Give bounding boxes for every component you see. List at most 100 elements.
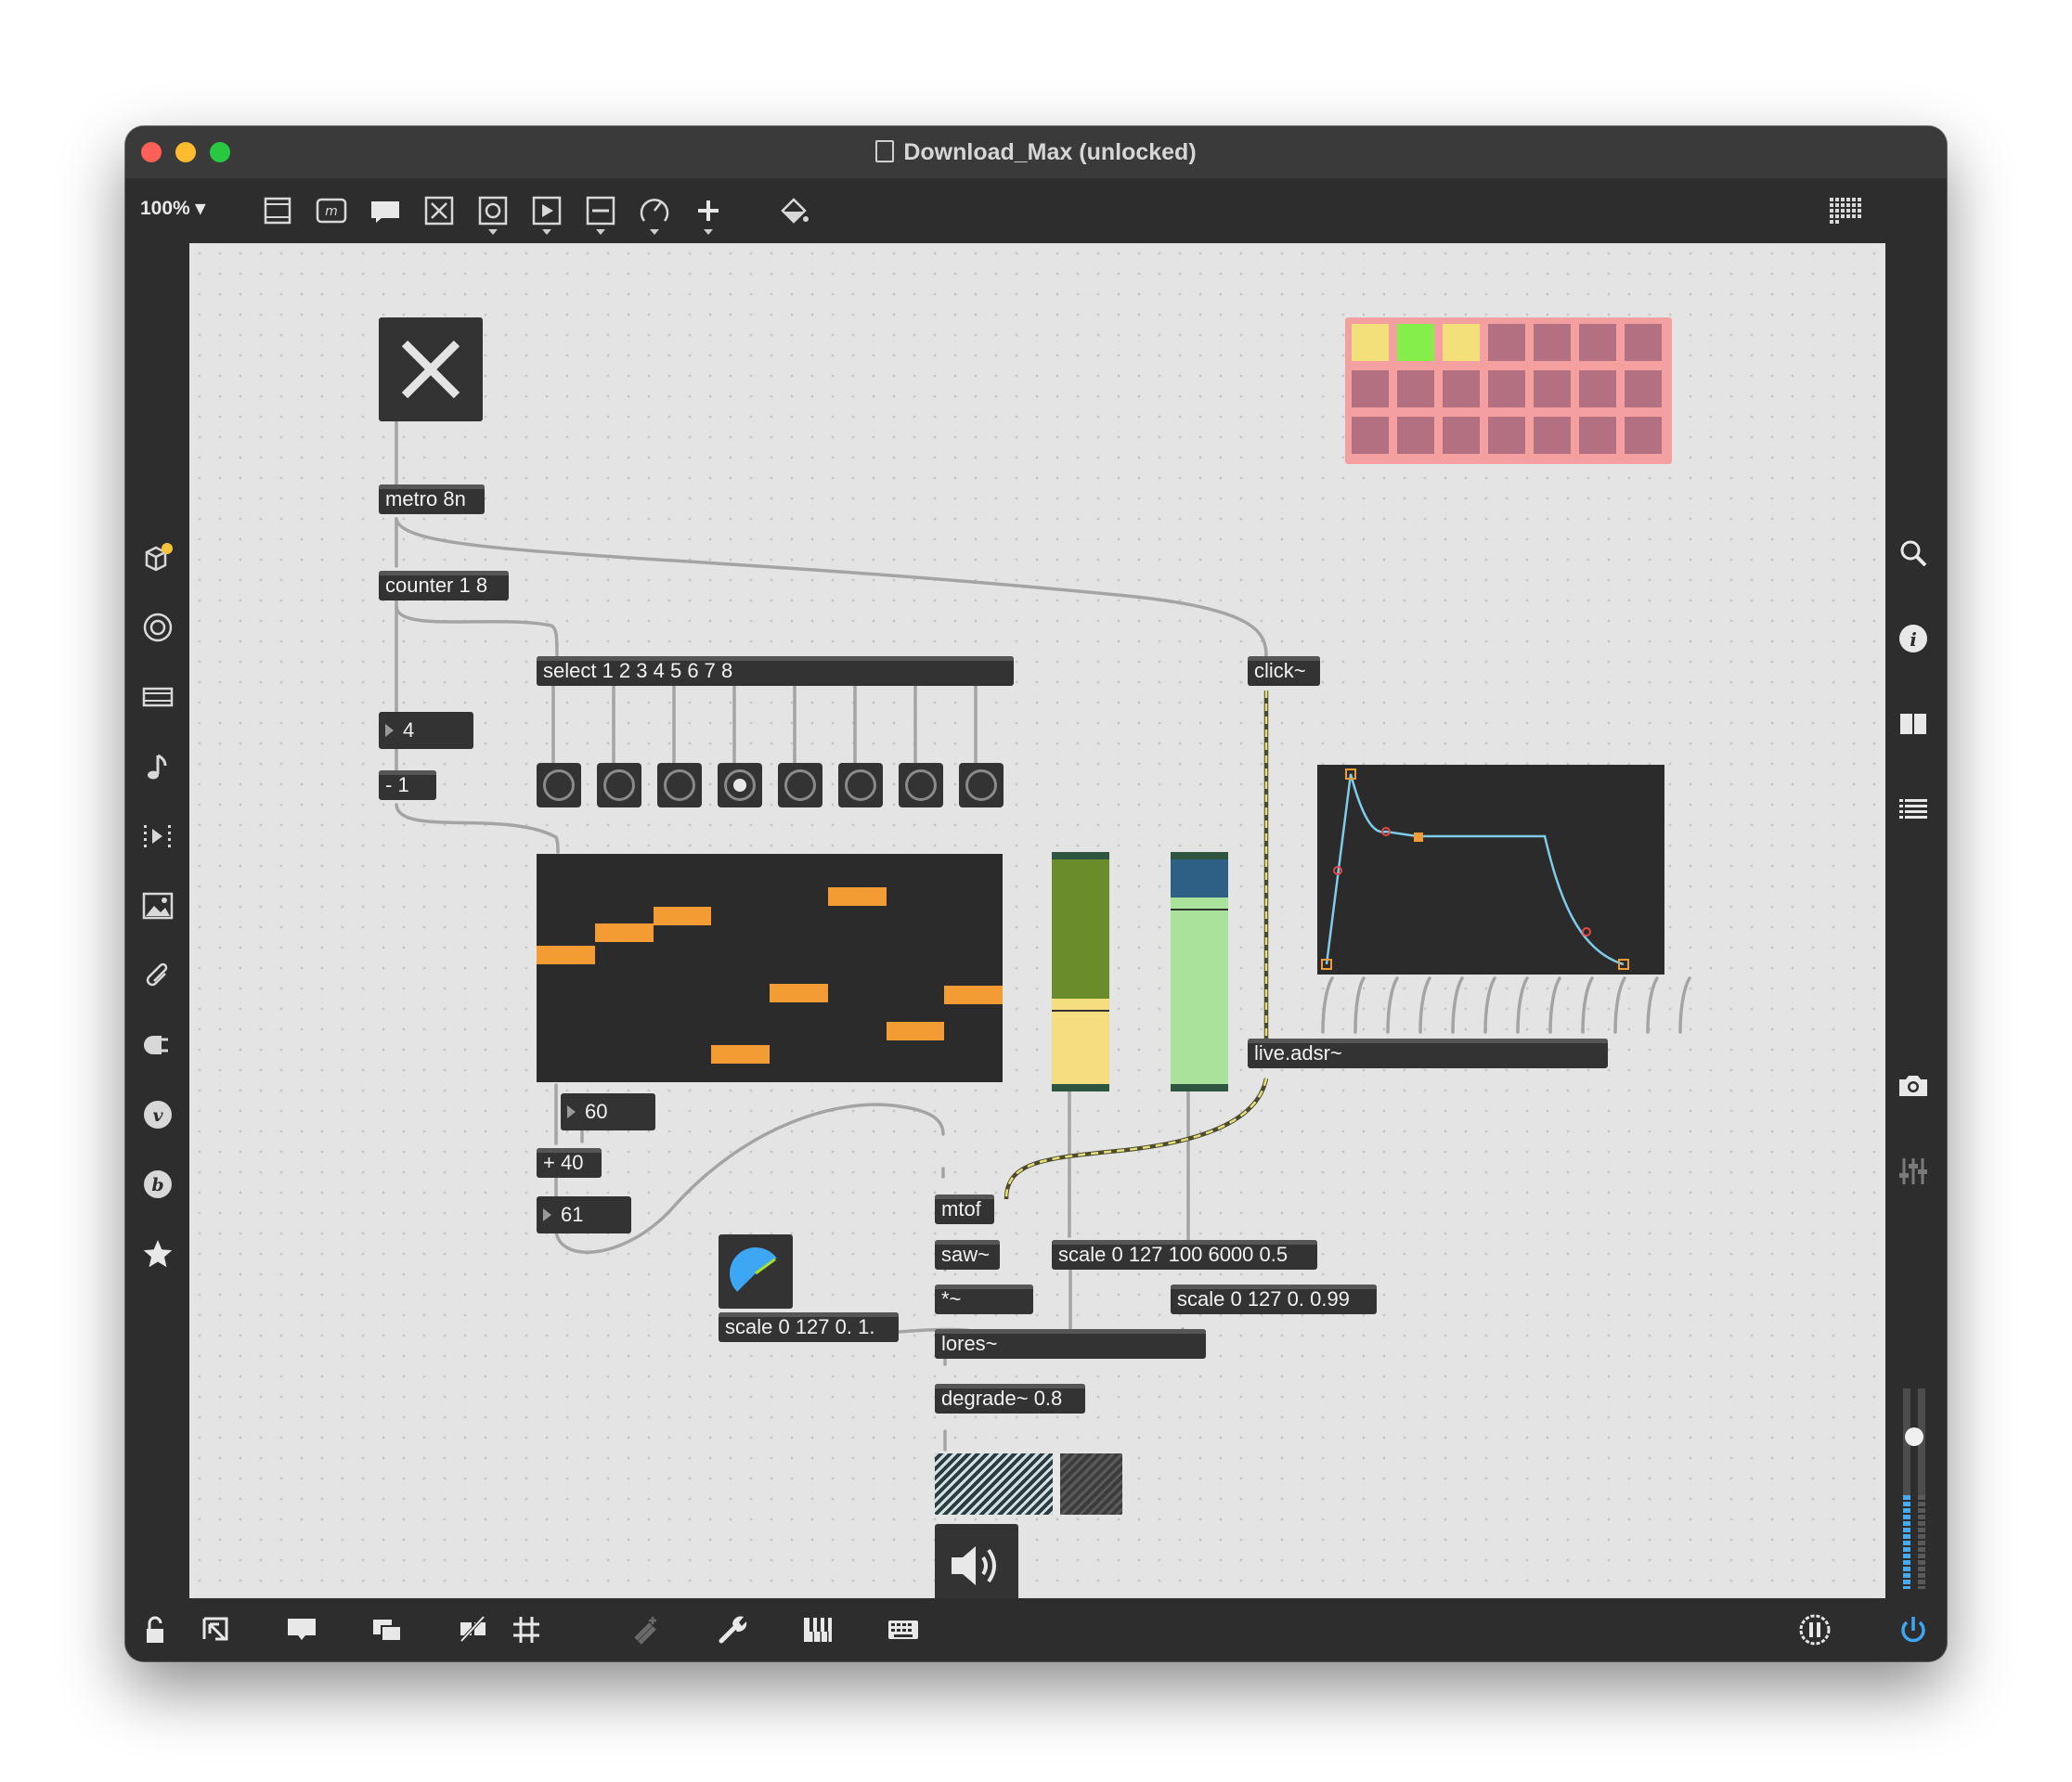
new-object-icon[interactable] [259,192,296,229]
presentation-icon[interactable] [197,1611,234,1648]
v-icon[interactable]: v [139,1096,176,1133]
live-adsr-object[interactable]: live.adsr~ [1248,1039,1608,1068]
slider-icon[interactable] [582,192,619,235]
patcher-canvas[interactable]: metro 8n counter 1 8 select 1 2 3 4 5 6 … [189,243,1885,1598]
saw-object[interactable]: saw~ [935,1240,1000,1270]
bang-button[interactable] [718,763,762,807]
grid-cell[interactable] [1625,417,1662,454]
play-icon[interactable] [528,192,565,235]
keyboard-icon[interactable] [885,1611,922,1648]
bang-icon[interactable] [474,192,512,235]
pause-icon[interactable] [1796,1611,1833,1648]
grid-cell[interactable] [1579,370,1616,407]
grid-cell[interactable] [1488,324,1525,361]
grid-cell[interactable] [1443,370,1480,407]
power-icon[interactable] [1895,1611,1932,1648]
camera-icon[interactable] [1895,1067,1932,1104]
plus-object[interactable]: + 40 [537,1148,602,1178]
new-message-icon[interactable]: m [313,192,350,229]
clip-icon[interactable] [139,678,176,716]
mixer-icon[interactable] [1895,1153,1932,1190]
new-comment-icon[interactable] [367,192,404,229]
sequencer-note[interactable] [711,1044,770,1064]
grid-cell[interactable] [1397,417,1434,454]
sequencer-note[interactable] [653,906,712,925]
target-icon[interactable] [139,609,176,646]
star-icon[interactable] [139,1235,176,1272]
grid-icon[interactable] [508,1611,545,1648]
lock-icon[interactable] [138,1611,175,1648]
click-object[interactable]: click~ [1248,656,1320,686]
sequencer-note[interactable] [537,946,595,965]
bang-button[interactable] [959,763,1004,807]
scale-3-object[interactable]: scale 0 127 0. 1. [719,1312,899,1342]
toggle[interactable] [379,317,483,421]
snap-icon[interactable] [627,1611,664,1648]
hide-icon[interactable] [454,1611,491,1648]
grid-cell[interactable] [1443,324,1480,361]
scale-2-object[interactable]: scale 0 127 0. 0.99 [1171,1285,1377,1314]
multiply-object[interactable]: *~ [935,1285,1033,1314]
title-bar[interactable]: Download_Max (unlocked) [125,126,1947,179]
bang-button[interactable] [597,763,641,807]
wrench-icon[interactable] [714,1611,751,1648]
mtof-object[interactable]: mtof [935,1194,994,1224]
b-icon[interactable]: b [139,1166,176,1203]
gain-slider[interactable] [935,1453,1122,1515]
sequencer-note[interactable] [770,984,828,1003]
slider-handle[interactable] [1171,909,1228,911]
grid-view-icon[interactable] [1826,192,1863,229]
volume-meter[interactable] [1897,1388,1931,1589]
packages-icon[interactable] [139,539,176,576]
bang-button[interactable] [778,763,822,807]
ezdac[interactable] [935,1524,1018,1598]
book-icon[interactable] [1895,705,1932,742]
paperclip-icon[interactable] [139,957,176,994]
grid-cell[interactable] [1352,370,1389,407]
green-slider[interactable] [1052,852,1109,1091]
counter-object[interactable]: counter 1 8 [379,571,509,600]
degrade-object[interactable]: degrade~ 0.8 [935,1384,1085,1414]
grid-cell[interactable] [1488,417,1525,454]
info-icon[interactable]: i [1895,620,1932,657]
number-box-count[interactable]: 4 [379,712,473,749]
image-icon[interactable] [139,887,176,924]
plug-icon[interactable] [139,1027,176,1064]
step-sequencer[interactable] [537,854,1003,1082]
select-object[interactable]: select 1 2 3 4 5 6 7 8 [537,656,1014,686]
grid-cell[interactable] [1488,370,1525,407]
note-icon[interactable] [139,748,176,785]
live-grid[interactable] [1345,317,1672,464]
sequencer-note[interactable] [944,986,1003,1005]
grid-cell[interactable] [1534,370,1571,407]
sequencer-note[interactable] [886,1021,945,1040]
toggle-icon[interactable] [421,192,458,229]
bang-button[interactable] [899,763,943,807]
dial[interactable] [719,1234,793,1309]
grid-cell[interactable] [1397,324,1434,361]
lores-object[interactable]: lores~ [935,1329,1206,1359]
dial-icon[interactable] [636,192,673,235]
gain-handle[interactable] [1053,1453,1061,1515]
number-box-61[interactable]: 61 [537,1196,631,1233]
add-icon[interactable] [690,192,727,235]
list-icon[interactable] [1895,791,1932,828]
sequencer-note[interactable] [827,887,887,907]
grid-cell[interactable] [1352,417,1389,454]
grid-cell[interactable] [1397,370,1434,407]
scale-1-object[interactable]: scale 0 127 100 6000 0.5 [1052,1240,1317,1270]
zoom-menu[interactable]: 100% ▾ [140,197,205,220]
sequencer-note[interactable] [594,923,654,942]
grid-cell[interactable] [1625,324,1662,361]
blue-slider[interactable] [1171,852,1228,1091]
slider-handle[interactable] [1052,1010,1109,1013]
grid-cell[interactable] [1534,417,1571,454]
adsr-envelope[interactable] [1317,765,1664,975]
grid-cell[interactable] [1534,324,1571,361]
volume-knob[interactable] [1905,1427,1923,1446]
number-box-60[interactable]: 60 [561,1093,655,1130]
grid-cell[interactable] [1579,417,1616,454]
grid-cell[interactable] [1579,324,1616,361]
minus-object[interactable]: - 1 [379,770,436,800]
bang-button[interactable] [657,763,702,807]
